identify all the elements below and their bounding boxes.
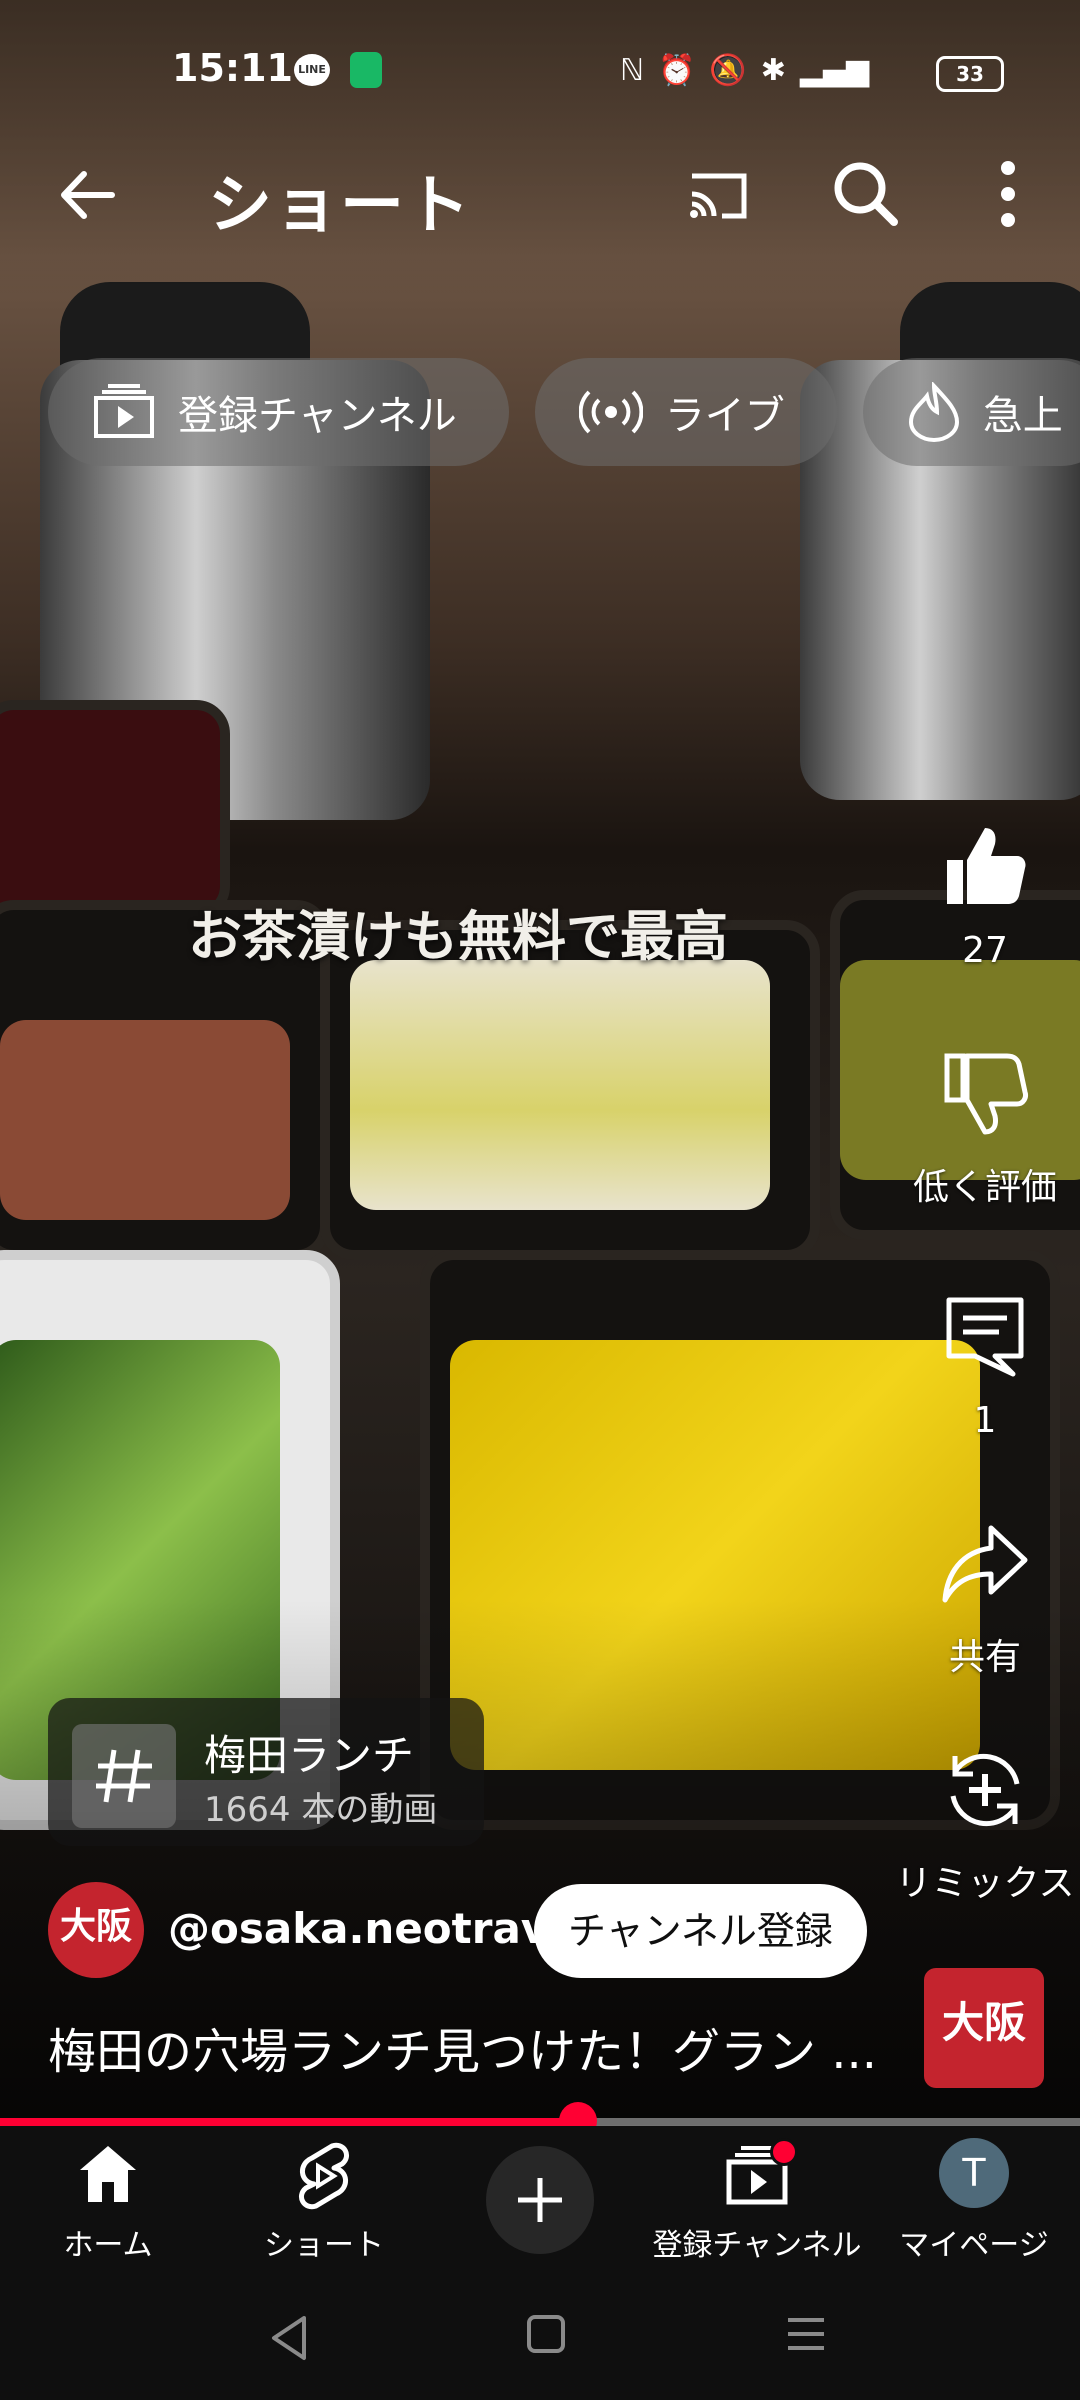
comment-count: 1 [973,1400,997,1441]
channel-avatar[interactable]: 大阪 [48,1882,144,1978]
account-avatar: T [939,2138,1009,2208]
chip-label: 急上 [982,393,1063,439]
shorts-icon [299,2142,349,2210]
battery-saver-icon [350,52,382,88]
like-count: 27 [962,930,1008,971]
hashtag-title: 梅田ランチ [204,1731,415,1780]
video-title[interactable]: 梅田の穴場ランチ見つけた！グラン ... [48,2012,877,2082]
battery-indicator: 33 [936,56,1004,92]
search-icon[interactable] [830,158,900,228]
share-icon [942,1525,1028,1603]
create-button[interactable] [486,2146,594,2254]
back-arrow-icon[interactable] [50,160,120,230]
notification-dot [770,2138,798,2166]
progress-fill [0,2118,578,2126]
system-recents-icon[interactable] [784,2314,828,2354]
subscriptions-icon [94,384,154,438]
remix-icon [950,1753,1020,1827]
sauce-jar [0,700,230,920]
food [350,960,770,1210]
app-bar: ショート [0,140,1080,250]
page-title: ショート [208,169,472,243]
plus-icon [518,2178,562,2222]
subscribe-button[interactable]: チャンネル登録 [534,1884,867,1978]
channel-handle[interactable]: @osaka.neotravel [168,1904,591,1953]
status-icons: ℕ ⏰ 🔕 ✱ ▂▄▆ [620,50,869,90]
nav-label: 登録チャンネル [652,2228,862,2263]
video-caption-text: お茶漬けも無料で最高 [188,905,728,968]
mute-icon: 🔕 [709,52,747,88]
system-back-icon[interactable] [266,2312,310,2364]
system-home-icon[interactable] [526,2314,566,2354]
line-app-icon: LINE [294,54,330,86]
share-label: 共有 [948,1637,1021,1678]
chip-subscriptions[interactable]: 登録チャンネル [48,358,509,466]
comment-icon [946,1297,1024,1377]
signal-icon: ▂▄▆ [799,52,870,88]
share-button[interactable]: 共有 [890,1518,1080,1680]
thumbs-down-icon [944,1053,1028,1135]
live-icon [578,390,643,434]
more-options-icon[interactable] [980,158,1036,230]
hashtag-card[interactable]: 梅田ランチ 1664 本の動画 [48,1698,484,1846]
nav-label: マイページ [899,2228,1049,2263]
status-time: 15:11 [172,46,293,90]
nav-home[interactable]: ホーム [28,2126,188,2280]
status-bar: 15:11 LINE ℕ ⏰ 🔕 ✱ ▂▄▆ 33 [0,0,1080,140]
video-progress-bar[interactable] [0,2102,1080,2140]
nav-account[interactable]: T マイページ [894,2126,1054,2280]
bottom-navigation: ホーム ショート 登録チャンネル T マイページ [0,2126,1080,2280]
nav-shorts[interactable]: ショート [244,2126,404,2280]
bluetooth-icon: ✱ [760,52,786,88]
sound-thumbnail[interactable]: 大阪 [924,1968,1044,2088]
alarm-icon: ⏰ [658,52,696,88]
chip-label: ライブ [664,393,785,439]
trending-icon [908,382,959,442]
hashtag-video-count: 1664 本の動画 [204,1790,438,1830]
chip-trending[interactable]: 急上 [862,358,1080,466]
cast-icon[interactable] [686,164,750,228]
system-navigation-bar [0,2280,1080,2400]
food [0,1020,290,1220]
dislike-label: 低く評価 [912,1167,1057,1208]
chip-live[interactable]: ライブ [534,358,837,466]
nav-subscriptions[interactable]: 登録チャンネル [650,2126,864,2280]
nfc-icon: ℕ [620,52,645,88]
home-icon [80,2146,136,2202]
nav-label: ショート [264,2228,384,2263]
dislike-button[interactable]: 低く評価 [890,1048,1080,1210]
channel-row: 大阪 @osaka.neotravel チャンネル登録 [48,1880,928,1980]
comment-button[interactable]: 1 [890,1290,1080,1441]
like-button[interactable]: 27 [890,820,1080,971]
filter-chips: 登録チャンネル ライブ 急上 [48,358,1080,466]
nav-label: ホーム [63,2228,153,2263]
hashtag-icon [72,1724,176,1828]
chip-label: 登録チャンネル [178,393,457,439]
thumbs-up-icon [947,828,1026,904]
